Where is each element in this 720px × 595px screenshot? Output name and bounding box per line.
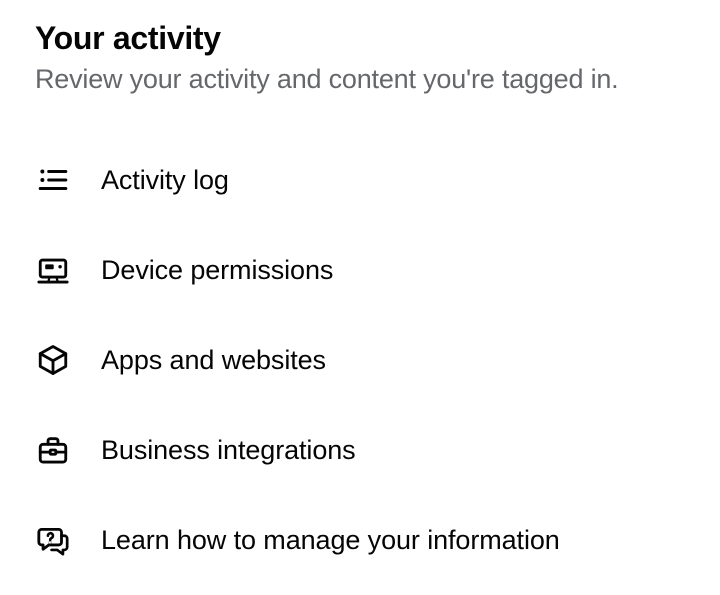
menu-item-label: Learn how to manage your information bbox=[101, 525, 560, 556]
section-header: Your activity Review your activity and c… bbox=[35, 20, 685, 97]
help-chat-icon bbox=[35, 522, 71, 558]
activity-menu: Activity log Device permissions Apps and… bbox=[35, 135, 685, 585]
cube-icon bbox=[35, 342, 71, 378]
menu-item-activity-log[interactable]: Activity log bbox=[35, 135, 685, 225]
page-title: Your activity bbox=[35, 20, 685, 57]
menu-item-label: Device permissions bbox=[101, 255, 333, 286]
list-icon bbox=[35, 162, 71, 198]
device-icon bbox=[35, 252, 71, 288]
page-subtitle: Review your activity and content you're … bbox=[35, 62, 685, 97]
menu-item-business-integrations[interactable]: Business integrations bbox=[35, 405, 685, 495]
menu-item-apps-websites[interactable]: Apps and websites bbox=[35, 315, 685, 405]
menu-item-device-permissions[interactable]: Device permissions bbox=[35, 225, 685, 315]
menu-item-label: Activity log bbox=[101, 165, 229, 196]
menu-item-label: Apps and websites bbox=[101, 345, 326, 376]
menu-item-manage-information[interactable]: Learn how to manage your information bbox=[35, 495, 685, 585]
menu-item-label: Business integrations bbox=[101, 435, 356, 466]
briefcase-icon bbox=[35, 432, 71, 468]
